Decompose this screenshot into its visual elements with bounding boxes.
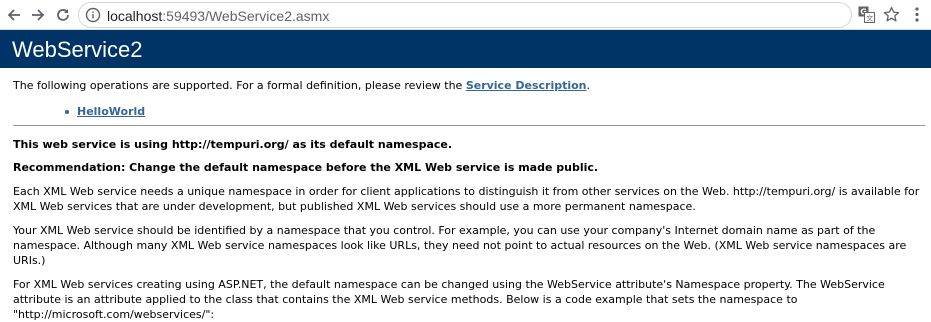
service-description-link[interactable]: Service Description: [466, 79, 587, 92]
page-header: WebService2: [0, 30, 931, 68]
star-icon[interactable]: [883, 6, 900, 23]
kebab-menu-icon[interactable]: [911, 6, 923, 23]
divider: [13, 125, 925, 126]
svg-text:文: 文: [866, 14, 873, 23]
namespace-heading: This web service is using http://tempuri…: [13, 138, 453, 151]
namespace-paragraph-3: For XML Web services creating using ASP.…: [13, 278, 885, 321]
namespace-paragraph-2: Your XML Web service should be identifie…: [13, 224, 907, 267]
recommendation-heading: Recommendation: Change the default names…: [13, 161, 599, 174]
forward-arrow-icon[interactable]: [27, 4, 49, 26]
page-content: The following operations are supported. …: [13, 78, 925, 322]
list-item: HelloWorld: [65, 104, 923, 119]
url-host: localhost: [107, 8, 163, 24]
intro-suffix: .: [586, 79, 591, 92]
info-icon[interactable]: [85, 7, 101, 23]
url-path: :59493/WebService2.asmx: [162, 8, 330, 24]
operation-link-helloworld[interactable]: HelloWorld: [77, 105, 145, 118]
browser-toolbar: localhost:59493/WebService2.asmx G 文: [0, 0, 931, 30]
bullet-icon: [65, 110, 69, 114]
reload-icon[interactable]: [52, 4, 74, 26]
operations-list: HelloWorld: [13, 104, 923, 119]
translate-icon[interactable]: G 文: [858, 6, 875, 23]
namespace-paragraph-1: Each XML Web service needs a unique name…: [13, 185, 920, 213]
url-text[interactable]: localhost:59493/WebService2.asmx: [107, 7, 329, 25]
intro-text: The following operations are supported. …: [13, 79, 466, 92]
intro-paragraph: The following operations are supported. …: [13, 78, 923, 94]
page-title: WebService2: [12, 37, 143, 62]
address-bar[interactable]: localhost:59493/WebService2.asmx: [78, 2, 852, 28]
back-arrow-icon[interactable]: [3, 4, 25, 26]
